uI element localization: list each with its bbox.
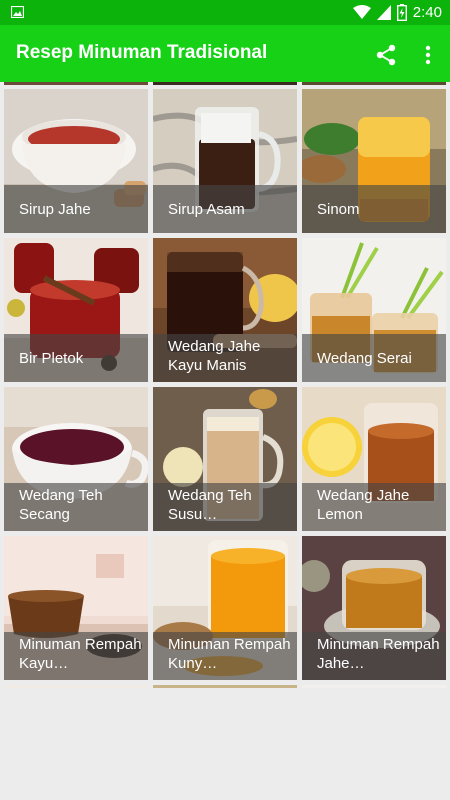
recipe-title: Wedang Serai xyxy=(317,350,412,367)
recipe-title: Wedang Teh Secang xyxy=(19,487,103,523)
recipe-tile-partial[interactable] xyxy=(153,82,297,85)
more-vert-icon xyxy=(425,45,431,65)
status-bar: 2:40 xyxy=(0,0,450,25)
recipe-title: Sinom xyxy=(317,201,360,218)
wifi-icon xyxy=(352,5,371,19)
recipe-tile[interactable]: Minuman Rempah Jahe… xyxy=(302,536,446,680)
recipe-title: Bir Pletok xyxy=(19,350,84,367)
app-title: Resep Minuman Tradisional xyxy=(16,42,268,63)
recipe-title: Minuman Rempah Kuny… xyxy=(168,636,291,672)
recipe-tile[interactable]: Bir Pletok xyxy=(4,238,148,382)
recipe-title: Minuman Rempah Jahe… xyxy=(317,636,440,672)
share-icon xyxy=(376,44,396,66)
cell-signal-icon xyxy=(376,5,391,20)
recipe-tile[interactable]: Sirup Asam xyxy=(153,89,297,233)
image-notification-icon xyxy=(11,6,24,18)
more-options-button[interactable] xyxy=(414,39,442,71)
app-bar: Resep Minuman Tradisional xyxy=(0,25,450,82)
empty-bottom-area xyxy=(0,688,450,800)
recipe-tile-partial[interactable] xyxy=(4,82,148,85)
recipe-title: Wedang Teh Susu… xyxy=(168,487,252,523)
recipe-tile[interactable]: Minuman Rempah Kayu… xyxy=(4,536,148,680)
recipe-title: Sirup Jahe xyxy=(19,201,91,218)
recipe-title: Sirup Asam xyxy=(168,201,245,218)
recipe-tile[interactable]: Wedang Serai xyxy=(302,238,446,382)
recipe-title: Wedang Jahe Lemon xyxy=(317,487,410,523)
recipe-tile[interactable]: Wedang Teh Susu… xyxy=(153,387,297,531)
recipe-tile[interactable]: Sinom xyxy=(302,89,446,233)
recipe-title: Wedang Jahe Kayu Manis xyxy=(168,338,261,374)
recipe-tile-partial[interactable] xyxy=(302,82,446,85)
recipe-tile[interactable]: Wedang Jahe Lemon xyxy=(302,387,446,531)
status-time: 2:40 xyxy=(412,4,442,21)
recipe-tile[interactable]: Wedang Jahe Kayu Manis xyxy=(153,238,297,382)
battery-charging-icon xyxy=(396,4,407,21)
recipe-tile[interactable]: Minuman Rempah Kuny… xyxy=(153,536,297,680)
recipe-title: Minuman Rempah Kayu… xyxy=(19,636,142,672)
recipe-tile[interactable]: Sirup Jahe xyxy=(4,89,148,233)
recipe-tile[interactable]: Wedang Teh Secang xyxy=(4,387,148,531)
recipe-grid[interactable]: Sirup Jahe Sirup Asam Sinom Bir Pletok W… xyxy=(0,82,450,688)
share-button[interactable] xyxy=(370,39,402,71)
